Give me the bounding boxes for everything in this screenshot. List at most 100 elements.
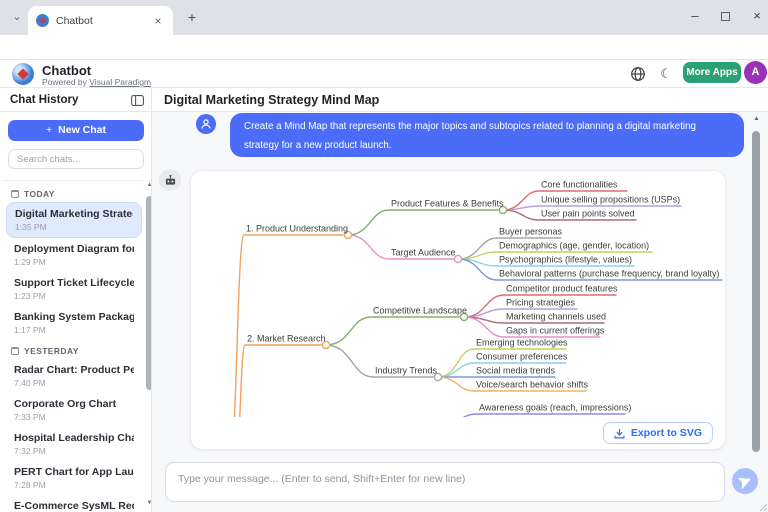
chat-item-time: 7:33 PM <box>14 412 134 422</box>
svg-text:Core functionalities: Core functionalities <box>541 180 618 190</box>
sidebar: +New Chat TODAY Digital Marketing Strateg… <box>0 112 152 512</box>
svg-text:Competitor product features: Competitor product features <box>506 284 618 294</box>
svg-text:Pricing strategies: Pricing strategies <box>506 298 576 308</box>
new-chat-button[interactable]: +New Chat <box>8 120 144 141</box>
powered-by: Powered by Visual Paradigm <box>42 77 151 87</box>
export-svg-button[interactable]: Export to SVG <box>603 422 713 444</box>
resize-grip-icon[interactable] <box>757 501 767 511</box>
app-name: Chatbot <box>42 63 91 78</box>
chat-history-item[interactable]: Radar Chart: Product Perfor... 7:40 PM <box>6 359 142 393</box>
chat-history-item[interactable]: Corporate Org Chart 7:33 PM <box>6 393 142 427</box>
svg-text:Gaps in current offerings: Gaps in current offerings <box>506 326 605 336</box>
chat-history-item[interactable]: Hospital Leadership Chart 7:32 PM <box>6 427 142 461</box>
chat-item-title: PERT Chart for App Launch <box>14 466 134 478</box>
user-avatar[interactable]: A <box>744 61 767 84</box>
tab-close-icon[interactable]: × <box>151 14 165 28</box>
svg-text:Awareness goals (reach, impres: Awareness goals (reach, impressions) <box>479 403 631 413</box>
dark-mode-moon-icon[interactable]: ☾ <box>658 66 674 82</box>
user-message-bubble: Create a Mind Map that represents the ma… <box>230 113 744 157</box>
chat-history-item[interactable]: Banking System Package Dia... 1:17 PM <box>6 306 142 340</box>
chat-history-title: Chat History <box>10 94 78 106</box>
chat-item-title: Deployment Diagram for Vid... <box>14 243 134 255</box>
svg-text:Behavioral patterns (purchase: Behavioral patterns (purchase frequency,… <box>499 269 719 279</box>
search-input[interactable] <box>8 149 144 169</box>
chat-scrollbar[interactable]: ▲ <box>750 112 764 455</box>
svg-text:Product Features & Benefits: Product Features & Benefits <box>391 199 504 209</box>
mindmap-svg: 1. Product Understanding Product Features… <box>191 171 726 417</box>
svg-text:User pain points solved: User pain points solved <box>541 209 635 219</box>
paper-plane-icon <box>737 473 754 490</box>
download-icon <box>614 428 625 439</box>
window-close-button[interactable]: × <box>746 6 768 28</box>
chat-item-time: 1:35 PM <box>15 222 133 232</box>
svg-text:Voice/search behavior shifts: Voice/search behavior shifts <box>476 380 589 390</box>
chat-item-title: Radar Chart: Product Perfor... <box>14 364 134 376</box>
sidebar-scroll-down-icon[interactable]: ▼ <box>145 500 152 506</box>
site-favicon-icon <box>36 14 49 27</box>
chat-item-time: 1:17 PM <box>14 325 134 335</box>
section-label: YESTERDAY <box>11 345 144 357</box>
chat-item-time: 7:32 PM <box>14 446 134 456</box>
svg-text:2. Market Research: 2. Market Research <box>247 334 326 344</box>
conversation-header: Digital Marketing Strategy Mind Map <box>152 88 768 112</box>
chat-item-title: Support Ticket Lifecycle <box>14 277 134 289</box>
svg-text:Demographics (age, gender, loc: Demographics (age, gender, location) <box>499 241 649 251</box>
chat-list: TODAY Digital Marketing Strategy M... 1:35… <box>4 180 144 512</box>
window-minimize-button[interactable]: – <box>684 6 706 28</box>
message-input-bar <box>152 455 768 512</box>
section-label: TODAY <box>11 188 144 200</box>
svg-text:Consumer preferences: Consumer preferences <box>476 352 568 362</box>
person-icon <box>200 118 212 130</box>
chat-item-title: Banking System Package Dia... <box>14 311 134 323</box>
svg-text:1. Product Understanding: 1. Product Understanding <box>246 224 348 234</box>
chat-history-item[interactable]: Deployment Diagram for Vid... 1:29 PM <box>6 238 142 272</box>
tab-search-chevron-icon[interactable]: ⌄ <box>8 9 26 27</box>
chat-history-item[interactable]: PERT Chart for App Launch 7:28 PM <box>6 461 142 495</box>
chat-history-item[interactable]: Digital Marketing Strategy M... 1:35 PM <box>6 202 142 238</box>
more-apps-button[interactable]: More Apps <box>683 62 741 83</box>
chat-scroll-up-icon[interactable]: ▲ <box>752 115 761 122</box>
chat-item-time: 7:28 PM <box>14 480 134 490</box>
chat-scrollbar-thumb[interactable] <box>752 131 760 452</box>
visual-paradigm-link[interactable]: Visual Paradigm <box>89 77 151 87</box>
svg-text:Emerging technologies: Emerging technologies <box>476 338 568 348</box>
user-message-avatar <box>196 114 216 134</box>
calendar-icon <box>11 190 19 198</box>
svg-text:Psychographics (lifestyle, val: Psychographics (lifestyle, values) <box>499 255 632 265</box>
chat-area: Create a Mind Map that represents the ma… <box>152 112 768 455</box>
app-logo <box>12 63 34 85</box>
svg-text:Marketing channels used: Marketing channels used <box>506 312 606 322</box>
svg-text:Target Audience: Target Audience <box>391 248 456 258</box>
chat-item-time: 1:29 PM <box>14 257 134 267</box>
svg-text:Unique selling propositions (U: Unique selling propositions (USPs) <box>541 195 680 205</box>
plus-icon: + <box>46 124 52 136</box>
window-maximize-button[interactable] <box>721 12 730 21</box>
page-title: Digital Marketing Strategy Mind Map <box>164 93 379 107</box>
chat-item-time: 1:23 PM <box>14 291 134 301</box>
tab-title: Chatbot <box>56 15 151 27</box>
svg-text:Industry Trends: Industry Trends <box>375 366 438 376</box>
svg-text:Competitive Landscape: Competitive Landscape <box>373 306 467 316</box>
chat-history-item[interactable]: E-Commerce SysML Require... <box>6 495 142 512</box>
language-globe-icon[interactable] <box>630 66 646 82</box>
browser-tab-strip: ⌄ Chatbot × + – × <box>0 0 768 35</box>
svg-text:Buyer personas: Buyer personas <box>499 227 563 237</box>
chat-history-item[interactable]: Support Ticket Lifecycle 1:23 PM <box>6 272 142 306</box>
new-tab-button[interactable]: + <box>183 9 201 27</box>
calendar-icon <box>11 347 19 355</box>
browser-tab[interactable]: Chatbot × <box>28 6 173 35</box>
browser-toolbar: ← → ↻ ai-toolbox.visual-paradigm.com/app… <box>0 35 768 60</box>
chat-item-title: Hospital Leadership Chart <box>14 432 134 444</box>
chat-item-title: E-Commerce SysML Require... <box>14 500 134 512</box>
bot-avatar <box>159 169 181 191</box>
chat-item-time: 7:40 PM <box>14 378 134 388</box>
sidebar-scroll-up-icon[interactable]: ▲ <box>145 182 152 188</box>
mindmap-response-card: 1. Product Understanding Product Features… <box>190 170 726 450</box>
robot-icon <box>164 174 177 187</box>
chat-item-title: Digital Marketing Strategy M... <box>15 208 133 220</box>
chat-item-title: Corporate Org Chart <box>14 398 134 410</box>
send-button[interactable] <box>732 468 758 494</box>
svg-text:Social media trends: Social media trends <box>476 366 556 376</box>
message-input[interactable] <box>165 462 725 502</box>
collapse-panel-icon[interactable] <box>131 95 144 106</box>
